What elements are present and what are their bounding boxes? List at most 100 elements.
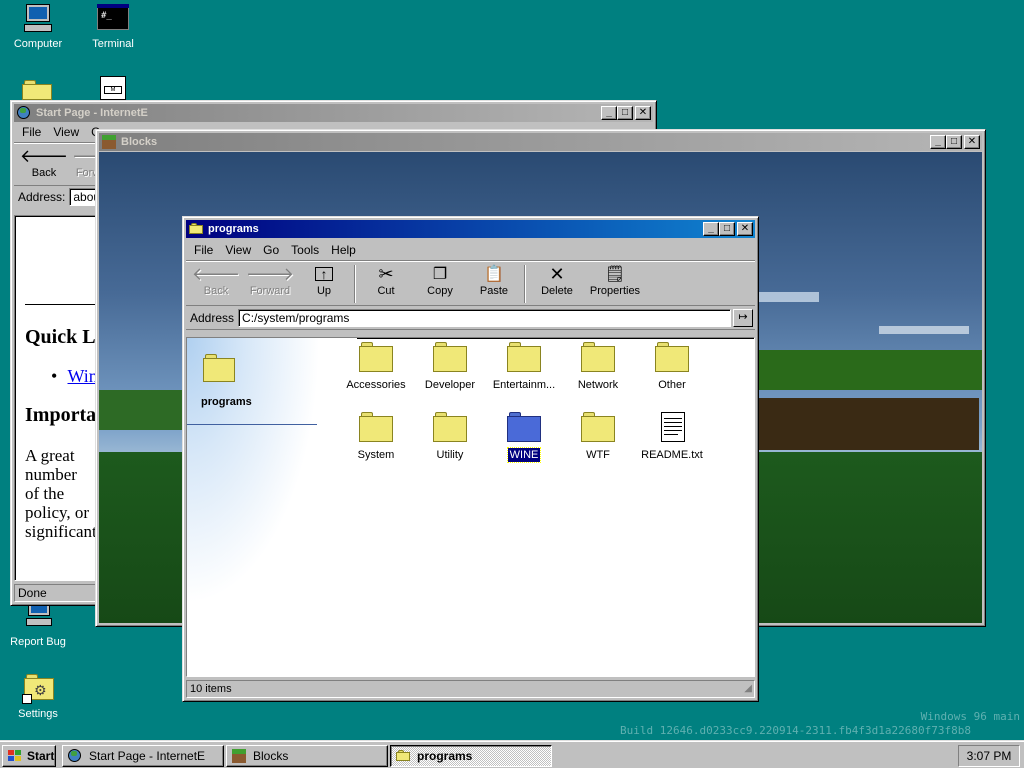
- explorer-menubar: File View Go Tools Help: [186, 240, 755, 260]
- up-folder-icon: ↑: [298, 263, 350, 285]
- text-file-icon: [655, 412, 689, 442]
- folder-network[interactable]: Network: [561, 342, 635, 392]
- minimize-button[interactable]: _: [601, 106, 617, 120]
- explorer-address-bar: Address C:/system/programs ↦: [186, 306, 755, 330]
- desktop-icon-label: Report Bug: [10, 636, 66, 648]
- cloud: [879, 326, 969, 334]
- clock[interactable]: 3:07 PM: [967, 749, 1012, 763]
- forward-button[interactable]: 🡒 Forward: [244, 263, 296, 305]
- blocks-titlebar[interactable]: Blocks _ □ ✕: [99, 133, 982, 151]
- folder-icon: [507, 342, 541, 372]
- folder-icon: [433, 412, 467, 442]
- folder-icon: [359, 412, 393, 442]
- delete-x-icon: ✕: [549, 263, 565, 284]
- properties-button[interactable]: 🗒 Properties: [584, 263, 646, 305]
- windows-logo-icon: [7, 748, 23, 764]
- grass-block-icon: [101, 134, 117, 150]
- back-button[interactable]: 🡐 Back: [190, 263, 242, 305]
- menu-file[interactable]: File: [16, 125, 47, 139]
- terrain-hill: [739, 350, 982, 390]
- ie-title: Start Page - InternetE: [36, 107, 148, 119]
- close-button[interactable]: ✕: [737, 222, 753, 236]
- menu-help[interactable]: Help: [325, 243, 362, 257]
- task-blocks[interactable]: Blocks: [226, 745, 388, 767]
- desktop-icon-partial-markdown[interactable]: M: [100, 76, 126, 100]
- desktop-icon-label: Terminal: [92, 38, 134, 50]
- explorer-toolbar: 🡐 Back 🡒 Forward ↑ Up ✂ Cut ❐ Copy 📋 Pas…: [186, 260, 755, 306]
- folder-other[interactable]: Other: [635, 342, 709, 392]
- go-button[interactable]: ↦: [733, 308, 753, 327]
- folder-open-icon: [188, 221, 204, 237]
- close-button[interactable]: ✕: [964, 135, 980, 149]
- system-tray: 3:07 PM: [958, 745, 1020, 767]
- explorer-address-input[interactable]: C:/system/programs: [238, 308, 731, 327]
- start-button[interactable]: Start: [2, 745, 56, 767]
- terminal-icon: #_: [97, 2, 129, 34]
- paste-button[interactable]: 📋 Paste: [468, 263, 520, 305]
- paste-icon: 📋: [484, 266, 504, 283]
- task-programs[interactable]: programs: [390, 745, 552, 767]
- folder-wtf[interactable]: WTF: [561, 412, 635, 462]
- desktop-icon-label: Computer: [13, 38, 63, 50]
- properties-icon: 🗒: [604, 266, 626, 283]
- globe-icon: [16, 105, 32, 121]
- globe-icon: [67, 748, 83, 764]
- folder-icon: [581, 412, 615, 442]
- desktop-icon-terminal[interactable]: #_ Terminal: [75, 2, 151, 50]
- minimize-button[interactable]: _: [703, 222, 719, 236]
- copy-button[interactable]: ❐ Copy: [414, 263, 466, 305]
- folder-icon: [655, 342, 689, 372]
- menu-tools[interactable]: Tools: [285, 243, 325, 257]
- maximize-button[interactable]: □: [946, 135, 962, 149]
- explorer-window[interactable]: programs _ □ ✕ File View Go Tools Help 🡐…: [182, 216, 759, 702]
- folder-wine[interactable]: WINE: [487, 412, 561, 463]
- maximize-button[interactable]: □: [719, 222, 735, 236]
- menu-view[interactable]: View: [47, 125, 85, 139]
- folder-icon: [359, 342, 393, 372]
- blocks-title: Blocks: [121, 136, 158, 148]
- folder-icon: [203, 354, 235, 382]
- desktop-icon-report-bug[interactable]: Report Bug: [0, 600, 76, 648]
- folder-entertainment[interactable]: Entertainm...: [487, 342, 561, 392]
- folder-open-icon: [395, 748, 411, 764]
- folder-system[interactable]: System: [339, 412, 413, 462]
- computer-icon: [22, 2, 54, 34]
- menu-view[interactable]: View: [219, 243, 257, 257]
- ie-back-button[interactable]: 🡐 Back: [18, 145, 70, 187]
- ie-paragraph: A great number of the policy, or signifi…: [25, 446, 97, 541]
- folder-icon: [433, 342, 467, 372]
- file-readme[interactable]: README.txt: [635, 412, 709, 462]
- resize-grip-icon[interactable]: ◢: [744, 681, 752, 697]
- forward-arrow-icon: 🡒: [245, 263, 295, 284]
- cut-button[interactable]: ✂ Cut: [360, 263, 412, 305]
- folder-utility[interactable]: Utility: [413, 412, 487, 462]
- build-watermark: Windows 96 main Build 12646.d0233cc9.220…: [620, 710, 1020, 737]
- folder-accessories[interactable]: Accessories: [339, 342, 413, 392]
- folder-developer[interactable]: Developer: [413, 342, 487, 392]
- explorer-title: programs: [208, 223, 259, 235]
- terrain-dirt: [759, 398, 979, 450]
- sidebar-divider: [187, 424, 317, 425]
- desktop-icon-label: Settings: [18, 708, 58, 720]
- delete-button[interactable]: ✕ Delete: [531, 263, 583, 305]
- ie-titlebar[interactable]: Start Page - InternetE _ □ ✕: [14, 104, 653, 122]
- explorer-titlebar[interactable]: programs _ □ ✕: [186, 220, 755, 238]
- explorer-sidebar: programs: [187, 338, 357, 676]
- close-button[interactable]: ✕: [635, 106, 651, 120]
- sidebar-title: programs: [201, 396, 252, 408]
- menu-go[interactable]: Go: [257, 243, 285, 257]
- grass-block-icon: [231, 748, 247, 764]
- desktop-icon-computer[interactable]: Computer: [0, 2, 76, 50]
- toolbar-separator: [354, 265, 356, 303]
- go-arrow-icon: ↦: [738, 310, 748, 323]
- taskbar: Start Start Page - InternetE Blocks prog…: [0, 740, 1024, 768]
- back-arrow-icon: 🡐: [19, 145, 69, 166]
- desktop-icon-partial-folder[interactable]: [22, 76, 54, 100]
- task-internet-explorer[interactable]: Start Page - InternetE: [62, 745, 224, 767]
- minimize-button[interactable]: _: [930, 135, 946, 149]
- desktop-icon-settings[interactable]: ⚙ ↗ Settings: [0, 672, 76, 720]
- up-button[interactable]: ↑ Up: [298, 263, 350, 305]
- menu-file[interactable]: File: [188, 243, 219, 257]
- folder-icon: [581, 342, 615, 372]
- maximize-button[interactable]: □: [617, 106, 633, 120]
